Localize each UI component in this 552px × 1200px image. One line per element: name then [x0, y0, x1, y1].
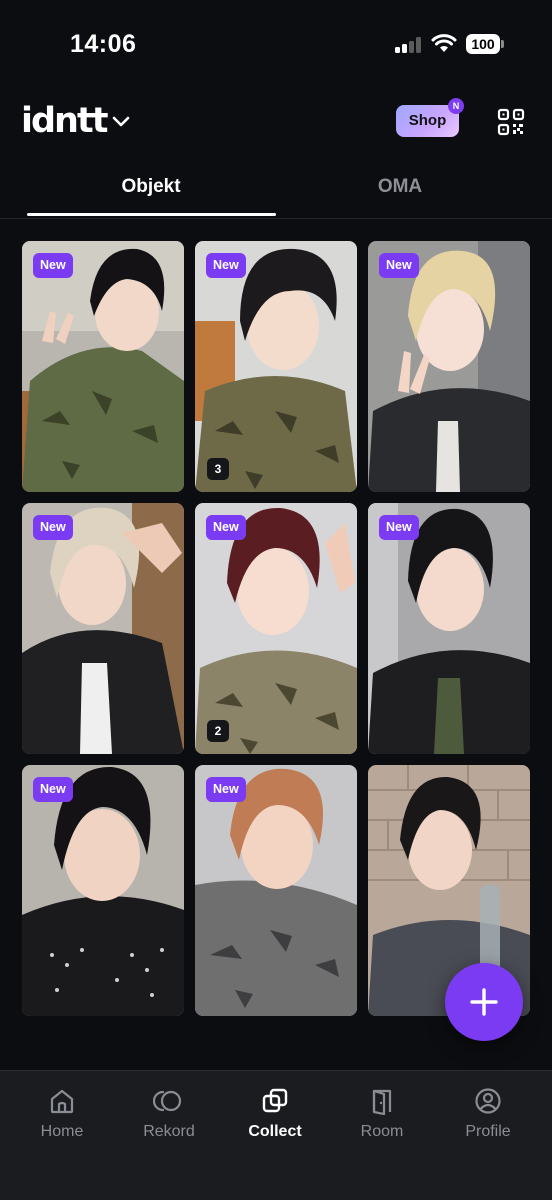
battery-level: 100 [466, 34, 500, 54]
nav-room[interactable]: Room [337, 1087, 427, 1141]
new-badge: New [33, 515, 73, 540]
card-photo [195, 241, 357, 492]
new-badge: New [379, 253, 419, 278]
status-bar: 14:06 100 [0, 0, 552, 90]
card-photo [22, 765, 184, 1016]
objekt-card[interactable]: New 2 [195, 503, 357, 754]
objekt-card[interactable]: New [22, 765, 184, 1016]
qr-code-icon[interactable] [497, 108, 525, 136]
card-photo [22, 241, 184, 492]
objekt-count-badge: 2 [207, 720, 229, 742]
bottom-nav: Home Rekord Collect Room Profile [0, 1070, 552, 1200]
objekt-card[interactable]: New [195, 765, 357, 1016]
tab-oma[interactable]: OMA [276, 165, 524, 219]
home-icon [50, 1089, 74, 1114]
nav-home[interactable]: Home [17, 1087, 107, 1141]
app-logo[interactable]: idntt [21, 101, 108, 141]
new-badge: New [206, 515, 246, 540]
objekt-card[interactable]: New [22, 503, 184, 754]
new-badge: New [379, 515, 419, 540]
objekt-card[interactable]: New [368, 241, 530, 492]
tab-bar: Objekt OMA [0, 165, 552, 219]
rekord-icon [153, 1090, 182, 1112]
card-photo [195, 503, 357, 754]
tab-objekt[interactable]: Objekt [27, 165, 275, 219]
profile-icon [475, 1088, 501, 1114]
wifi-icon [431, 34, 457, 52]
collect-icon [262, 1088, 288, 1113]
active-tab-indicator [27, 213, 276, 216]
nav-rekord-label: Rekord [143, 1123, 195, 1140]
objekt-card[interactable]: New [22, 241, 184, 492]
card-photo [22, 503, 184, 754]
new-badge: New [206, 777, 246, 802]
objekt-card[interactable]: New [368, 503, 530, 754]
door-icon [372, 1089, 392, 1115]
card-photo [368, 503, 530, 754]
nav-profile-label: Profile [465, 1123, 511, 1140]
nav-home-label: Home [40, 1123, 84, 1140]
nav-collect-label: Collect [248, 1123, 302, 1140]
add-objekt-button[interactable] [445, 963, 523, 1041]
plus-icon [470, 988, 498, 1016]
cellular-signal-icon [395, 37, 423, 53]
objekt-card[interactable]: New 3 [195, 241, 357, 492]
nav-room-label: Room [360, 1123, 404, 1140]
status-time: 14:06 [70, 30, 137, 58]
card-photo [195, 765, 357, 1016]
nav-rekord[interactable]: Rekord [124, 1087, 214, 1141]
new-badge: New [206, 253, 246, 278]
nav-collect[interactable]: Collect [230, 1087, 320, 1141]
chevron-down-icon[interactable] [110, 110, 132, 132]
app-header: idntt Shop N [0, 95, 552, 151]
battery-icon: 100 [466, 34, 504, 54]
card-photo [368, 241, 530, 492]
shop-new-badge: N [448, 98, 464, 114]
new-badge: New [33, 777, 73, 802]
objekt-count-badge: 3 [207, 458, 229, 480]
new-badge: New [33, 253, 73, 278]
nav-profile[interactable]: Profile [443, 1087, 533, 1141]
